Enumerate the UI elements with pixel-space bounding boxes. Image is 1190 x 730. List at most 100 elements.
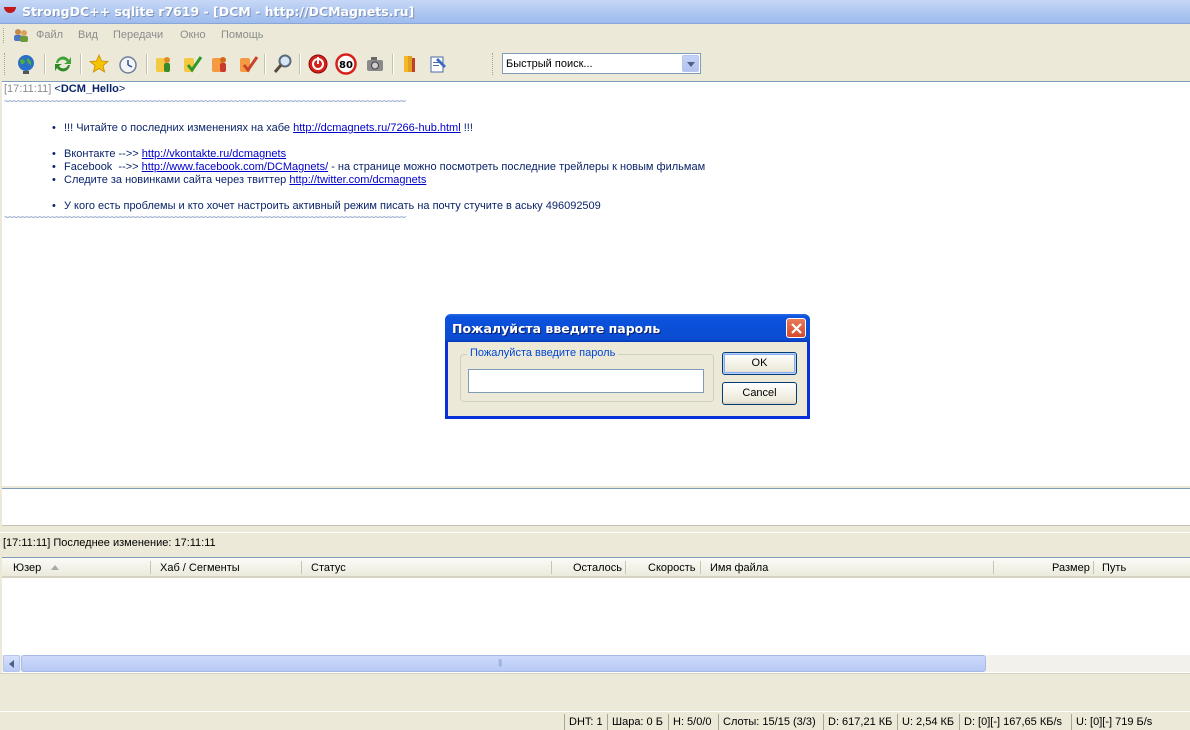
chat-message-line: • !!! Читайте о последних изменениях на х… [52, 122, 473, 134]
column-path[interactable]: Путь [1102, 562, 1126, 574]
window-title: StrongDC++ sqlite r7619 - [DCM - http://… [22, 4, 415, 19]
password-dialog: Пожалуйста введите пароль Пожалуйста вве… [445, 314, 810, 419]
toolbar-separator [44, 54, 46, 74]
bullet: • [52, 148, 56, 160]
dialog-title: Пожалуйста введите пароль [452, 321, 661, 336]
nick-close-bracket: > [118, 83, 126, 95]
refresh-icon[interactable] [51, 52, 75, 76]
bottom-pane [0, 673, 1190, 711]
power-icon[interactable] [306, 52, 330, 76]
bullet: • [52, 161, 56, 173]
column-divider[interactable] [625, 561, 626, 574]
close-button[interactable] [786, 318, 806, 338]
quick-search-combobox[interactable] [502, 53, 701, 74]
cancel-button[interactable]: Cancel [722, 382, 797, 405]
password-field[interactable] [468, 369, 704, 393]
message-text: У кого есть проблемы и кто хочет настрои… [64, 200, 601, 212]
toolbar-separator [392, 54, 394, 74]
column-divider[interactable] [993, 561, 994, 574]
toolbar-grip[interactable] [492, 53, 495, 75]
chat-nick[interactable]: DCM_Hello [61, 83, 119, 95]
column-speed[interactable]: Скорость [648, 562, 696, 574]
password-group-label: Пожалуйста введите пароль [467, 347, 619, 359]
status-upload-speed: U: [0][-] 719 Б/s [1071, 714, 1190, 730]
hub-status-line: [17:11:11] Последнее изменение: 17:11:11 [0, 532, 1190, 552]
column-remaining[interactable]: Осталось [573, 562, 622, 574]
clock-icon[interactable] [116, 52, 140, 76]
message-input[interactable] [2, 488, 1190, 526]
menu-help[interactable]: Помощь [221, 29, 264, 41]
hub-user-icon[interactable] [152, 52, 176, 76]
chevron-down-icon[interactable] [682, 55, 699, 72]
bullet: • [52, 122, 56, 134]
title-bar[interactable]: StrongDC++ sqlite r7619 - [DCM - http://… [0, 0, 1190, 24]
menu-bar: Файл Вид Передачи Окно Помощь [0, 24, 1190, 47]
chat-header-line: [17:11:11] <DCM_Hello> [4, 83, 125, 95]
limit-80-icon[interactable]: 80 [334, 52, 358, 76]
menu-grip[interactable] [3, 28, 6, 43]
chat-divider-bottom: ~~~~~~~~~~~~~~~~~~~~~~~~~~~~~~~~~~~~~~~~… [4, 213, 406, 221]
hub-check-icon[interactable] [180, 52, 204, 76]
column-hub-segments[interactable]: Хаб / Сегменты [160, 562, 240, 574]
status-bar: DHT: 1 Шара: 0 Б H: 5/0/0 Слоты: 15/15 (… [0, 711, 1190, 730]
chat-area[interactable]: [17:11:11] <DCM_Hello> ~~~~~~~~~~~~~~~~~… [2, 81, 1190, 486]
column-filename[interactable]: Имя файла [710, 562, 768, 574]
twitter-link[interactable]: http://twitter.com/dcmagnets [289, 174, 426, 186]
toolbar-grip[interactable] [4, 53, 7, 75]
column-divider[interactable] [551, 561, 552, 574]
menu-file[interactable]: Файл [36, 29, 63, 41]
hub-user-orange-icon[interactable] [208, 52, 232, 76]
toolbar-separator [299, 54, 301, 74]
column-divider[interactable] [150, 561, 151, 574]
camera-icon[interactable] [363, 52, 387, 76]
column-status[interactable]: Статус [311, 562, 346, 574]
hub-news-link[interactable]: http://dcmagnets.ru/7266-hub.html [293, 122, 461, 134]
chat-message-line: • Следите за новинками сайта через твитте… [52, 174, 426, 186]
status-uploaded: U: 2,54 КБ [897, 714, 959, 730]
transfer-list-header: Юзер Хаб / Сегменты Статус Осталось Скор… [2, 558, 1190, 578]
column-divider[interactable] [700, 561, 701, 574]
search-icon[interactable] [271, 52, 295, 76]
column-divider[interactable] [301, 561, 302, 574]
toolbar-separator [146, 54, 148, 74]
scroll-left-icon[interactable] [3, 655, 20, 672]
svg-text:80: 80 [339, 60, 353, 71]
column-user[interactable]: Юзер [13, 562, 41, 574]
status-downloaded: D: 617,21 КБ [823, 714, 897, 730]
books-icon[interactable] [398, 52, 422, 76]
vkontakte-link[interactable]: http://vkontakte.ru/dcmagnets [142, 148, 286, 160]
users-icon[interactable] [12, 27, 30, 43]
horizontal-scrollbar[interactable] [2, 655, 1190, 672]
status-share: Шара: 0 Б [607, 714, 668, 730]
toolbar: 80 [0, 47, 1190, 81]
message-text: - на странице можно посмотреть последние… [331, 161, 706, 173]
chat-message-line: • Вконтакте -->> http://vkontakte.ru/dcma… [52, 148, 286, 160]
facebook-link[interactable]: http://www.facebook.com/DCMagnets/ [142, 161, 328, 173]
message-text: !!! [463, 122, 473, 134]
hub-status-text: [17:11:11] Последнее изменение: 17:11:11 [3, 537, 216, 549]
notepad-icon[interactable] [426, 52, 450, 76]
message-text: Следите за новинками сайта через твиттер [64, 174, 287, 186]
scroll-thumb[interactable] [21, 655, 986, 672]
quick-search-input[interactable] [503, 54, 681, 73]
dialog-title-bar[interactable]: Пожалуйста введите пароль [445, 314, 810, 342]
sort-ascending-icon [51, 565, 59, 570]
menu-window[interactable]: Окно [180, 29, 206, 41]
message-text: !!! Читайте о последних изменениях на ха… [64, 122, 291, 134]
hub-check-orange-icon[interactable] [236, 52, 260, 76]
star-icon[interactable] [87, 52, 111, 76]
column-size[interactable]: Размер [1052, 562, 1090, 574]
status-hubs: H: 5/0/0 [668, 714, 718, 730]
chat-divider-top: ~~~~~~~~~~~~~~~~~~~~~~~~~~~~~~~~~~~~~~~~… [4, 97, 406, 105]
toolbar-separator [264, 54, 266, 74]
column-divider[interactable] [1093, 561, 1094, 574]
menu-view[interactable]: Вид [78, 29, 98, 41]
app-logo-icon [4, 7, 16, 13]
ok-button[interactable]: OK [722, 352, 797, 375]
menu-transfers[interactable]: Передачи [113, 29, 163, 41]
toolbar-separator [80, 54, 82, 74]
message-text: Вконтакте -->> [64, 148, 139, 160]
close-icon [791, 323, 802, 334]
globe-icon[interactable] [14, 52, 38, 76]
chat-message-line: • Facebook -->> http://www.facebook.com/D… [52, 161, 705, 173]
